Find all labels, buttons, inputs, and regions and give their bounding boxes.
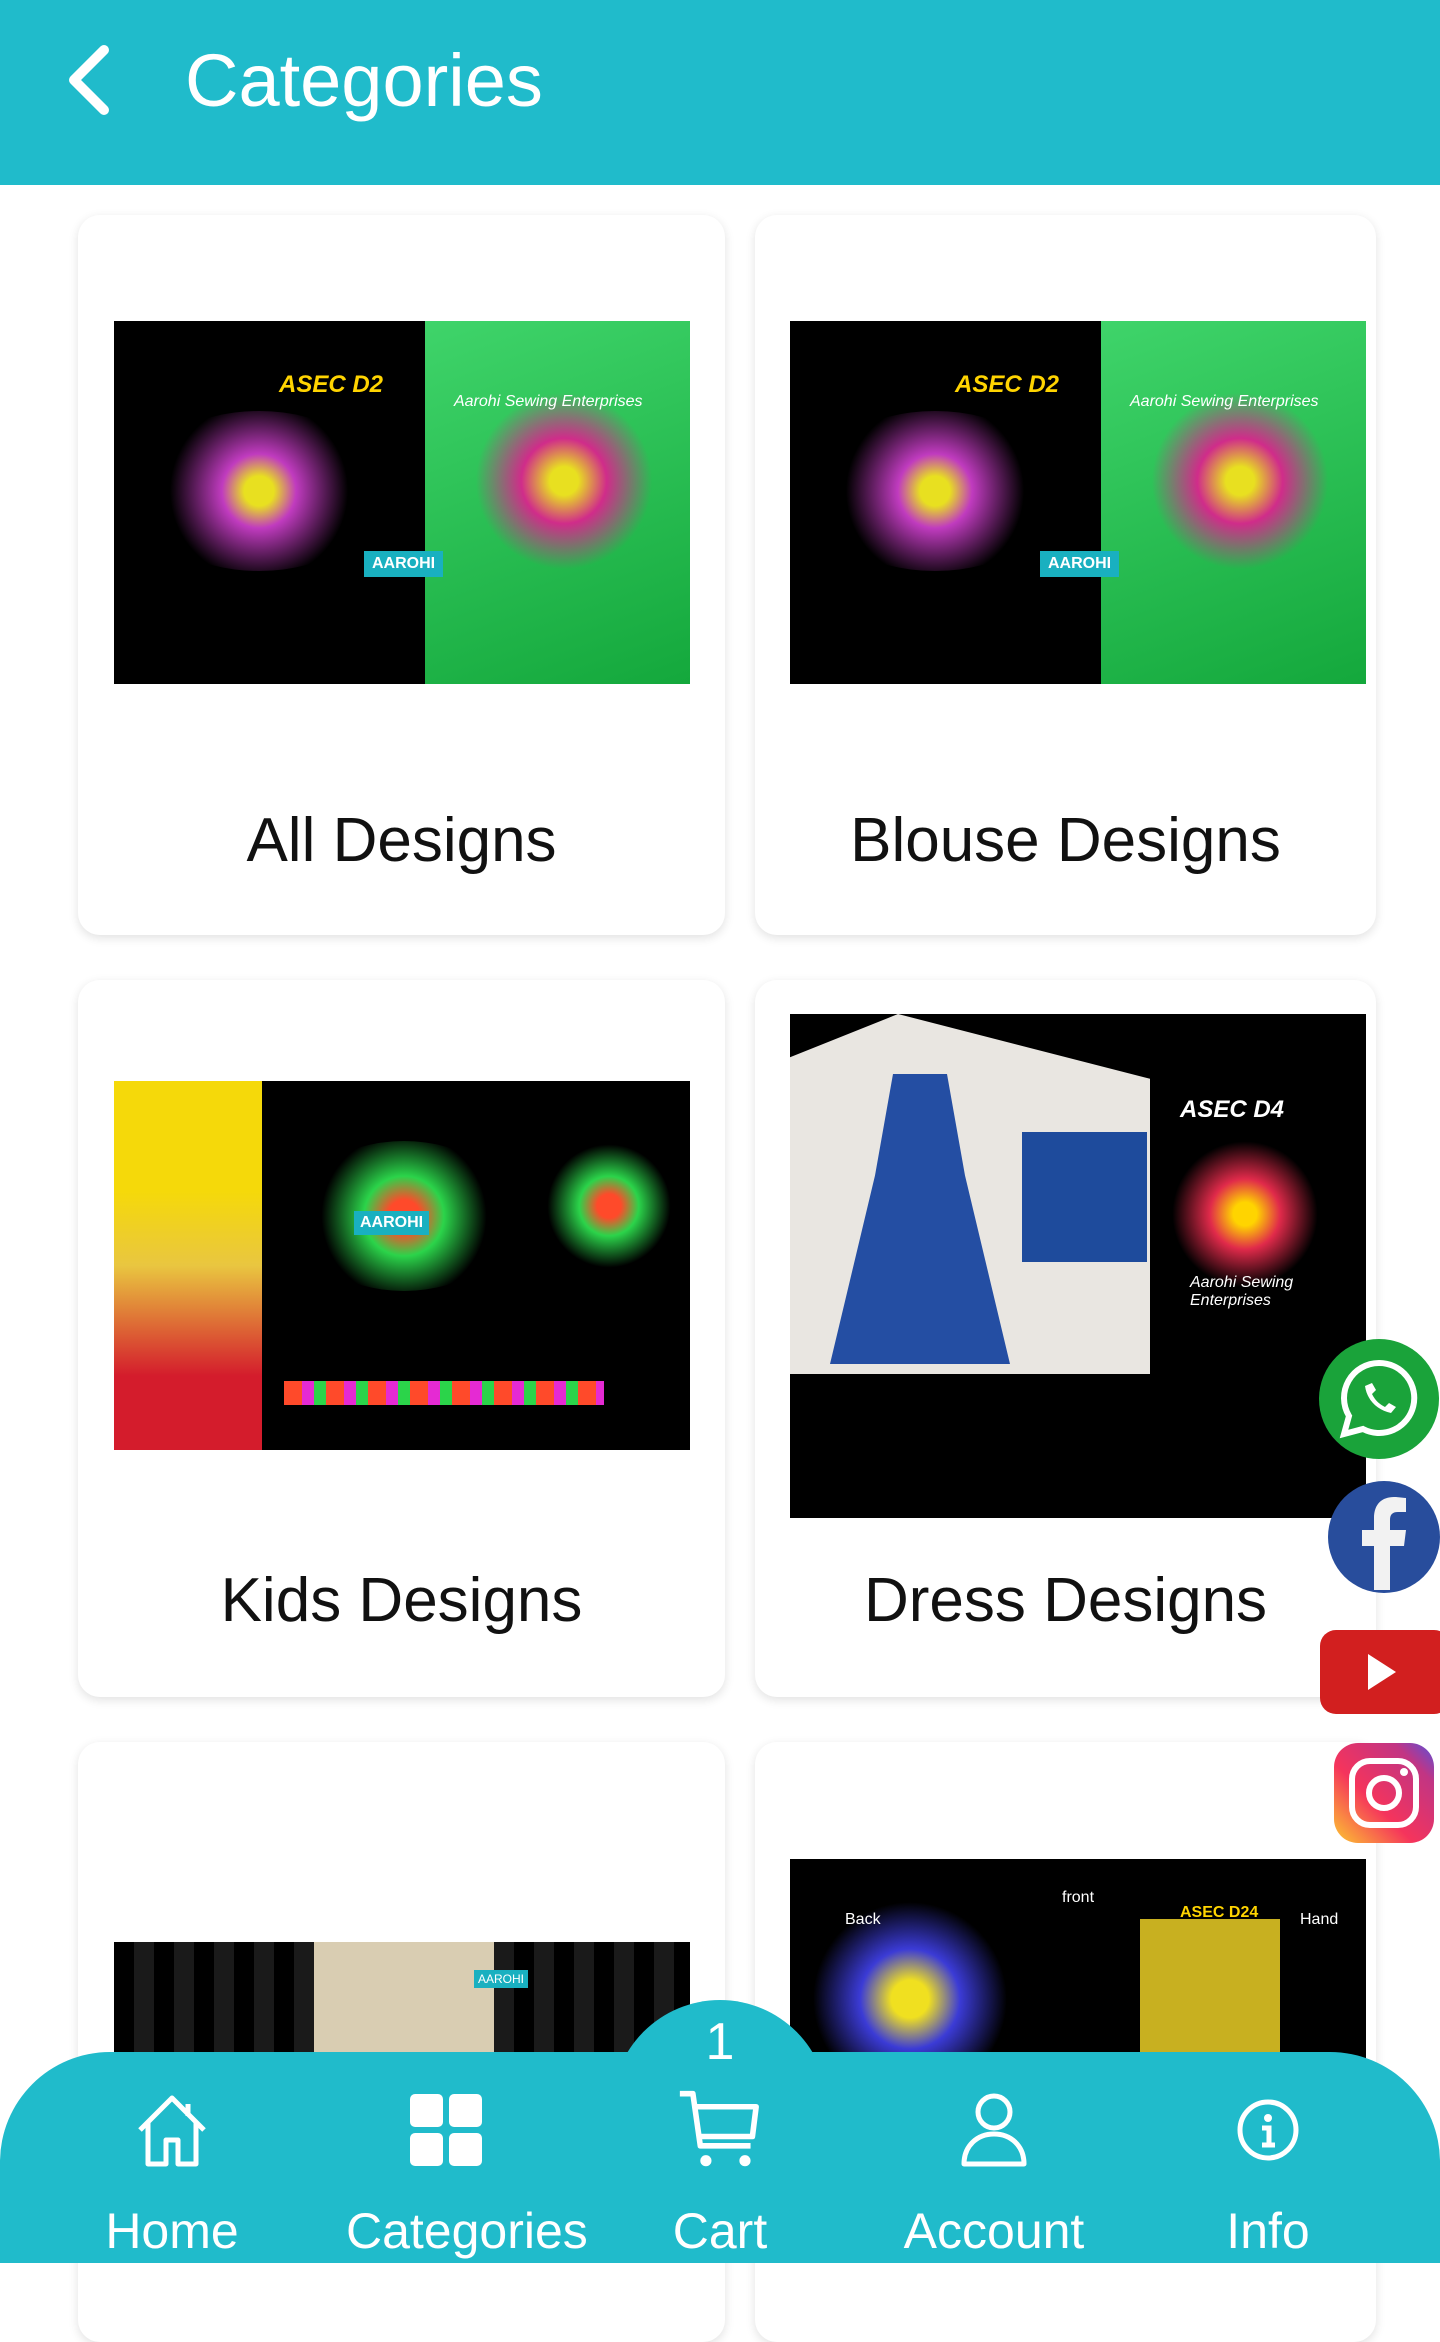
category-card-kids-designs[interactable]: AAROHI Kids Designs <box>78 980 725 1697</box>
nav-categories[interactable]: Categories <box>346 2090 588 2260</box>
nav-account[interactable]: Account <box>894 2090 1094 2260</box>
nav-categories-label: Categories <box>346 2203 588 2259</box>
category-label: Blouse Designs <box>850 806 1281 875</box>
cart-icon <box>680 2090 760 2167</box>
category-image: ASEC D2 Aarohi Sewing Enterprises AAROHI <box>790 321 1366 684</box>
category-image: ASEC D4 Aarohi Sewing Enterprises <box>790 1014 1366 1518</box>
category-label: Dress Designs <box>863 1566 1268 1635</box>
nav-cart-label: Cart <box>672 2203 768 2259</box>
whatsapp-icon[interactable] <box>1318 1338 1440 1460</box>
home-icon <box>138 2095 206 2167</box>
app-header: Categories <box>0 0 1440 185</box>
grid-icon <box>410 2094 482 2166</box>
user-icon <box>961 2093 1027 2167</box>
category-label: All Designs <box>246 806 557 875</box>
nav-account-label: Account <box>903 2203 1085 2259</box>
category-image: AAROHI <box>114 1081 690 1450</box>
nav-home-label: Home <box>105 2203 239 2259</box>
nav-cart[interactable]: Cart <box>620 2090 820 2260</box>
nav-info-label: Info <box>1226 2203 1310 2259</box>
nav-home[interactable]: Home <box>72 2090 272 2260</box>
cart-count-badge: 1 <box>705 2013 735 2071</box>
facebook-icon[interactable] <box>1322 1478 1440 1596</box>
info-icon <box>1237 2099 1299 2161</box>
category-card-blouse-designs[interactable]: ASEC D2 Aarohi Sewing Enterprises AAROHI… <box>755 215 1376 935</box>
category-card-all-designs[interactable]: ASEC D2 Aarohi Sewing Enterprises AAROHI… <box>78 215 725 935</box>
nav-info[interactable]: Info <box>1168 2090 1368 2260</box>
youtube-icon[interactable] <box>1318 1628 1440 1716</box>
back-chevron-icon[interactable] <box>62 40 122 120</box>
category-label: Kids Designs <box>220 1566 583 1635</box>
instagram-icon[interactable] <box>1332 1743 1436 1843</box>
category-card-dress-designs[interactable]: ASEC D4 Aarohi Sewing Enterprises Dress … <box>755 980 1376 1697</box>
page-title: Categories <box>185 39 543 122</box>
category-image: ASEC D2 Aarohi Sewing Enterprises AAROHI <box>114 321 690 684</box>
